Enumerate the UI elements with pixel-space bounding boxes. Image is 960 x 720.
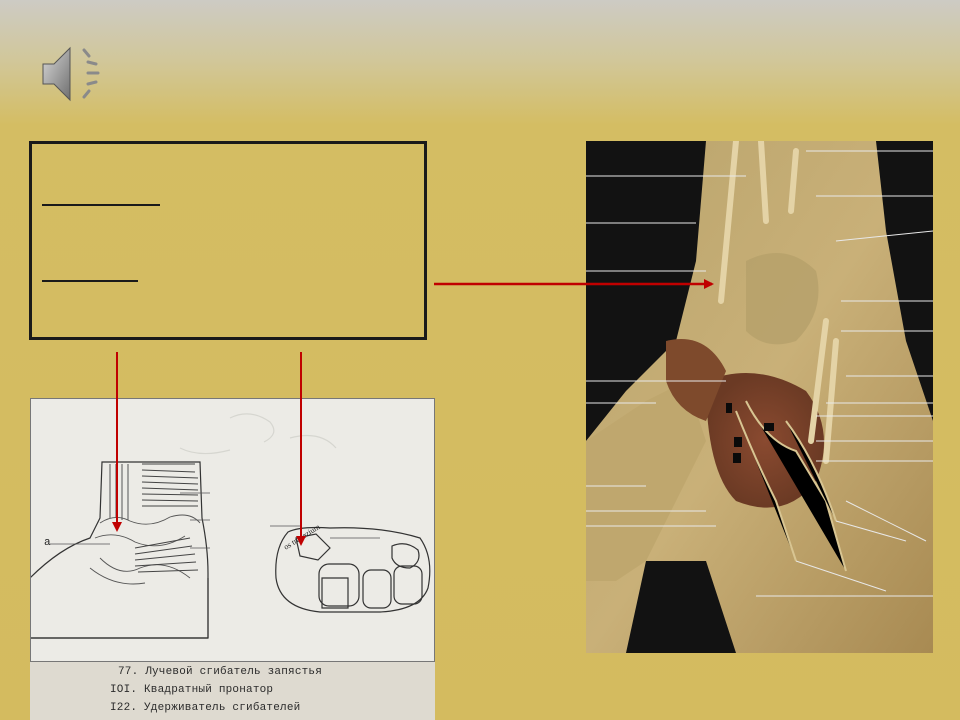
arrows-overlay: [112, 279, 714, 546]
